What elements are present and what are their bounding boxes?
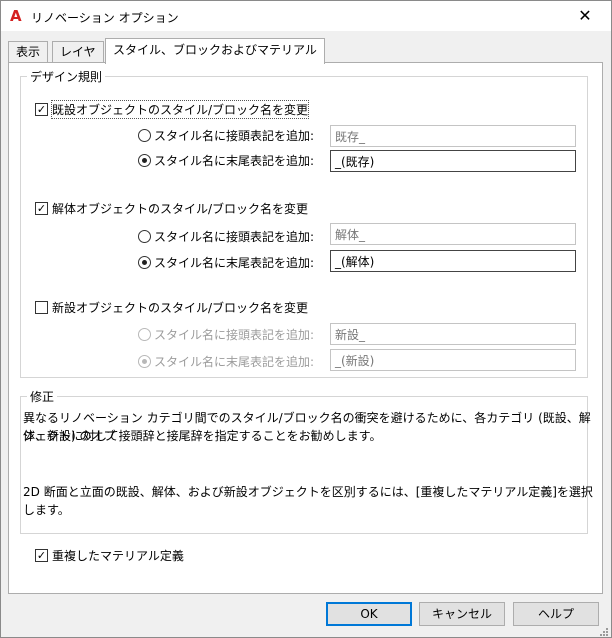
existing-suffix-label[interactable]: スタイル名に末尾表記を追加: bbox=[154, 152, 314, 169]
demolition-suffix-radio[interactable] bbox=[138, 256, 151, 269]
correction-text-line2: ジェクトに対して接頭辞と接尾辞を指定することをお勧めします。 bbox=[23, 429, 382, 443]
title-bar: A リノベーション オプション ✕ bbox=[1, 1, 611, 31]
demolition-prefix-input[interactable]: 解体_ bbox=[330, 223, 576, 245]
demolition-suffix-label[interactable]: スタイル名に末尾表記を追加: bbox=[154, 254, 314, 271]
help-button[interactable]: ヘルプ bbox=[513, 602, 599, 626]
new-rename-checkbox[interactable] bbox=[35, 301, 48, 314]
correction-text-line3: 2D 断面と立面の既設、解体、および新設オブジェクトを区別するには、[重複したマ… bbox=[23, 485, 593, 517]
tab-style-block-material[interactable]: スタイル、ブロックおよびマテリアル bbox=[105, 38, 325, 64]
existing-prefix-radio[interactable] bbox=[138, 129, 151, 142]
correction-title: 修正 bbox=[27, 388, 58, 405]
close-icon[interactable]: ✕ bbox=[567, 5, 603, 27]
new-suffix-input: _(新設) bbox=[330, 349, 576, 371]
design-rules-title: デザイン規則 bbox=[27, 68, 106, 85]
options-dialog: A リノベーション オプション ✕ 表示 レイヤ スタイル、ブロックおよびマテリ… bbox=[0, 0, 612, 638]
existing-rename-label[interactable]: 既設オブジェクトのスタイル/ブロック名を変更 bbox=[50, 100, 310, 119]
new-prefix-label: スタイル名に接頭表記を追加: bbox=[154, 328, 315, 342]
demolition-prefix-label[interactable]: スタイル名に接頭表記を追加: bbox=[154, 228, 314, 245]
new-prefix-radio bbox=[138, 328, 151, 341]
tab-display[interactable]: 表示 bbox=[8, 41, 49, 62]
new-suffix-label: スタイル名に末尾表記を追加: bbox=[154, 355, 315, 369]
existing-rename-checkbox[interactable]: ✓ bbox=[35, 103, 48, 116]
ok-button[interactable]: OK bbox=[326, 602, 412, 626]
new-suffix-radio bbox=[138, 355, 151, 368]
existing-prefix-label[interactable]: スタイル名に接頭表記を追加: bbox=[154, 127, 314, 144]
tab-panel: デザイン規則 ✓ 既設オブジェクトのスタイル/ブロック名を変更 スタイル名に接頭… bbox=[8, 62, 603, 594]
demolition-rename-label[interactable]: 解体オブジェクトのスタイル/ブロック名を変更 bbox=[52, 200, 308, 217]
app-logo-icon: A bbox=[10, 7, 22, 25]
new-prefix-input: 新設_ bbox=[330, 323, 576, 345]
new-rename-label[interactable]: 新設オブジェクトのスタイル/ブロック名を変更 bbox=[52, 299, 308, 316]
overlap-material-checkbox[interactable]: ✓ bbox=[35, 549, 48, 562]
existing-suffix-input[interactable]: _(既存) bbox=[330, 150, 576, 172]
window-title: リノベーション オプション bbox=[31, 11, 179, 25]
existing-prefix-input[interactable]: 既存_ bbox=[330, 125, 576, 147]
cancel-button[interactable]: キャンセル bbox=[419, 602, 505, 626]
demolition-rename-checkbox[interactable]: ✓ bbox=[35, 202, 48, 215]
demolition-prefix-radio[interactable] bbox=[138, 230, 151, 243]
resize-grip-icon[interactable] bbox=[597, 625, 609, 637]
existing-suffix-radio[interactable] bbox=[138, 154, 151, 167]
demolition-suffix-input[interactable]: _(解体) bbox=[330, 250, 576, 272]
tab-layer[interactable]: レイヤ bbox=[52, 41, 104, 62]
overlap-material-label[interactable]: 重複したマテリアル定義 bbox=[52, 547, 184, 564]
